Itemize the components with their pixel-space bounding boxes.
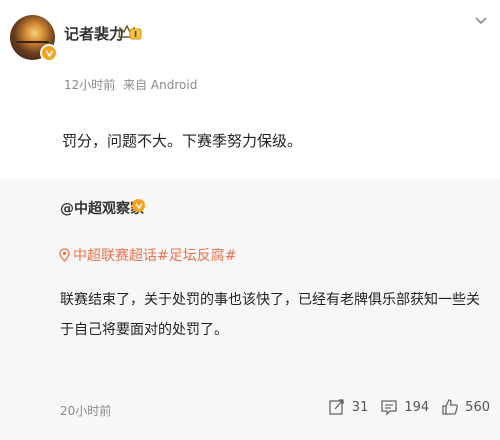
original-time[interactable]: 20小时前 [60,402,111,419]
repost-icon [329,399,344,415]
action-bar: 31 194 560 [316,398,490,416]
post-meta: 12小时前 来自 Android [64,76,201,93]
avatar-horizon [16,41,49,43]
thumbs-up-icon [442,399,459,415]
original-username[interactable]: @中超观察家 [60,198,144,218]
post-content: 罚分，问题不大。下赛季努力保级。 [62,132,303,150]
chevron-down-icon[interactable] [474,16,488,26]
username[interactable]: 记者裴力 [64,23,124,44]
original-content: 联赛结束了，关于处罚的事也该快了，已经有老牌俱乐部获知一些关于自己将要面对的处罚… [60,292,480,338]
like-button[interactable]: 560 [441,398,490,416]
repost-button[interactable]: 31 [328,398,369,416]
like-count: 560 [465,399,490,415]
topic-tag[interactable]: 中超联赛超话#足坛反腐# [59,245,236,265]
verified-v-icon [132,199,145,212]
crown-badge-icon[interactable] [117,23,143,41]
location-pin-icon [59,248,70,262]
topic-tag-label: 中超联赛超话#足坛反腐# [73,248,237,264]
avatar[interactable] [10,15,58,62]
comment-button[interactable]: 194 [380,398,429,416]
verified-v-icon [40,44,58,62]
post-source: 来自 Android [123,78,198,92]
post-time[interactable]: 12小时前 [64,78,115,92]
main-post: 记者裴力 12小时前 来自 Android 罚分，问题不大。下赛季努力保级。 [0,0,500,170]
comment-icon [381,400,397,416]
repost-count: 31 [351,399,369,415]
comment-count: 194 [404,399,430,415]
